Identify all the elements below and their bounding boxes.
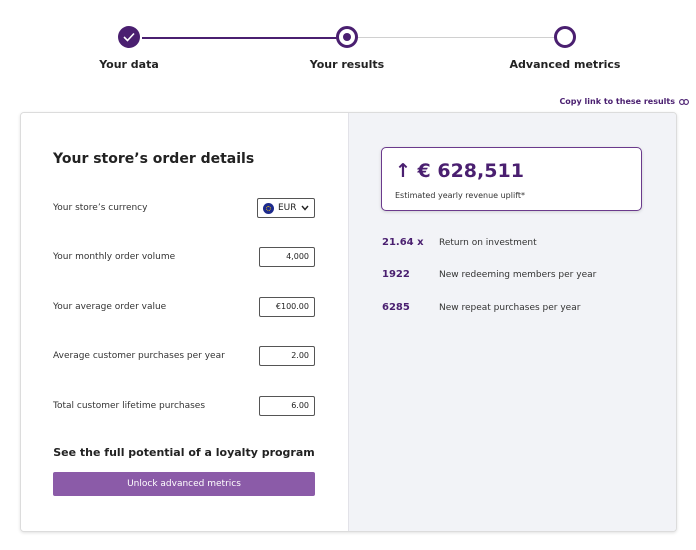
monthly-order-volume-row: Your monthly order volume 4,000	[53, 246, 315, 268]
monthly-order-volume-input[interactable]: 4,000	[259, 247, 315, 267]
stepper-line-completed	[142, 37, 348, 39]
step-3-upcoming-icon[interactable]	[554, 26, 576, 48]
currency-label: Your store’s currency	[53, 203, 148, 213]
order-details-title: Your store’s order details	[53, 151, 255, 167]
average-order-value-input[interactable]: €100.00	[259, 297, 315, 317]
purchases-per-year-input[interactable]: 2.00	[259, 346, 315, 366]
calculator-card: Your store’s order details Your store’s …	[20, 112, 677, 532]
eu-flag-icon	[263, 202, 274, 214]
monthly-order-volume-label: Your monthly order volume	[53, 252, 176, 262]
metric-redeeming-members-label: New redeeming members per year	[439, 269, 597, 280]
currency-select[interactable]: EUR	[257, 198, 315, 218]
order-details-panel: Your store’s order details Your store’s …	[21, 113, 348, 531]
revenue-uplift-card: ↑ € 628,511 Estimated yearly revenue upl…	[381, 147, 642, 211]
metric-repeat-purchases-label: New repeat purchases per year	[439, 302, 581, 313]
purchases-per-year-label: Average customer purchases per year	[53, 351, 225, 361]
revenue-uplift-value: ↑ € 628,511	[395, 160, 524, 182]
average-order-value-label: Your average order value	[53, 302, 167, 312]
copy-link-button[interactable]: Copy link to these results	[559, 97, 689, 106]
step-1-check-icon[interactable]	[118, 26, 140, 48]
average-order-value-row: Your average order value €100.00	[53, 296, 315, 318]
lifetime-purchases-input[interactable]: 6.00	[259, 396, 315, 416]
lifetime-purchases-label: Total customer lifetime purchases	[53, 401, 206, 411]
unlock-advanced-metrics-button[interactable]: Unlock advanced metrics	[53, 472, 315, 496]
lifetime-purchases-row: Total customer lifetime purchases 6.00	[53, 395, 315, 417]
metric-roi-value: 21.64 x	[382, 237, 424, 248]
step-label-your-results[interactable]: Your results	[297, 58, 397, 71]
metric-repeat-purchases: 6285 New repeat purchases per year	[382, 302, 642, 313]
link-icon	[679, 98, 689, 105]
currency-row: Your store’s currency EUR	[53, 197, 315, 219]
results-panel: ↑ € 628,511 Estimated yearly revenue upl…	[348, 113, 676, 531]
metric-roi-label: Return on investment	[439, 237, 537, 248]
metric-repeat-purchases-value: 6285	[382, 302, 410, 313]
metric-redeeming-members-value: 1922	[382, 269, 410, 280]
step-label-advanced-metrics[interactable]: Advanced metrics	[505, 58, 625, 71]
loyalty-promo-text: See the full potential of a loyalty prog…	[53, 446, 315, 459]
chevron-down-icon	[300, 205, 309, 211]
purchases-per-year-row: Average customer purchases per year 2.00	[53, 345, 315, 367]
revenue-uplift-caption: Estimated yearly revenue uplift*	[395, 191, 526, 200]
step-label-your-data[interactable]: Your data	[79, 58, 179, 71]
copy-link-label: Copy link to these results	[559, 97, 675, 106]
step-2-current-icon[interactable]	[336, 26, 358, 48]
stepper-line-upcoming	[358, 37, 564, 38]
currency-value: EUR	[278, 203, 297, 213]
progress-stepper: Your data Your results Advanced metrics	[0, 0, 696, 90]
metric-redeeming-members: 1922 New redeeming members per year	[382, 269, 642, 280]
metric-roi: 21.64 x Return on investment	[382, 237, 642, 248]
